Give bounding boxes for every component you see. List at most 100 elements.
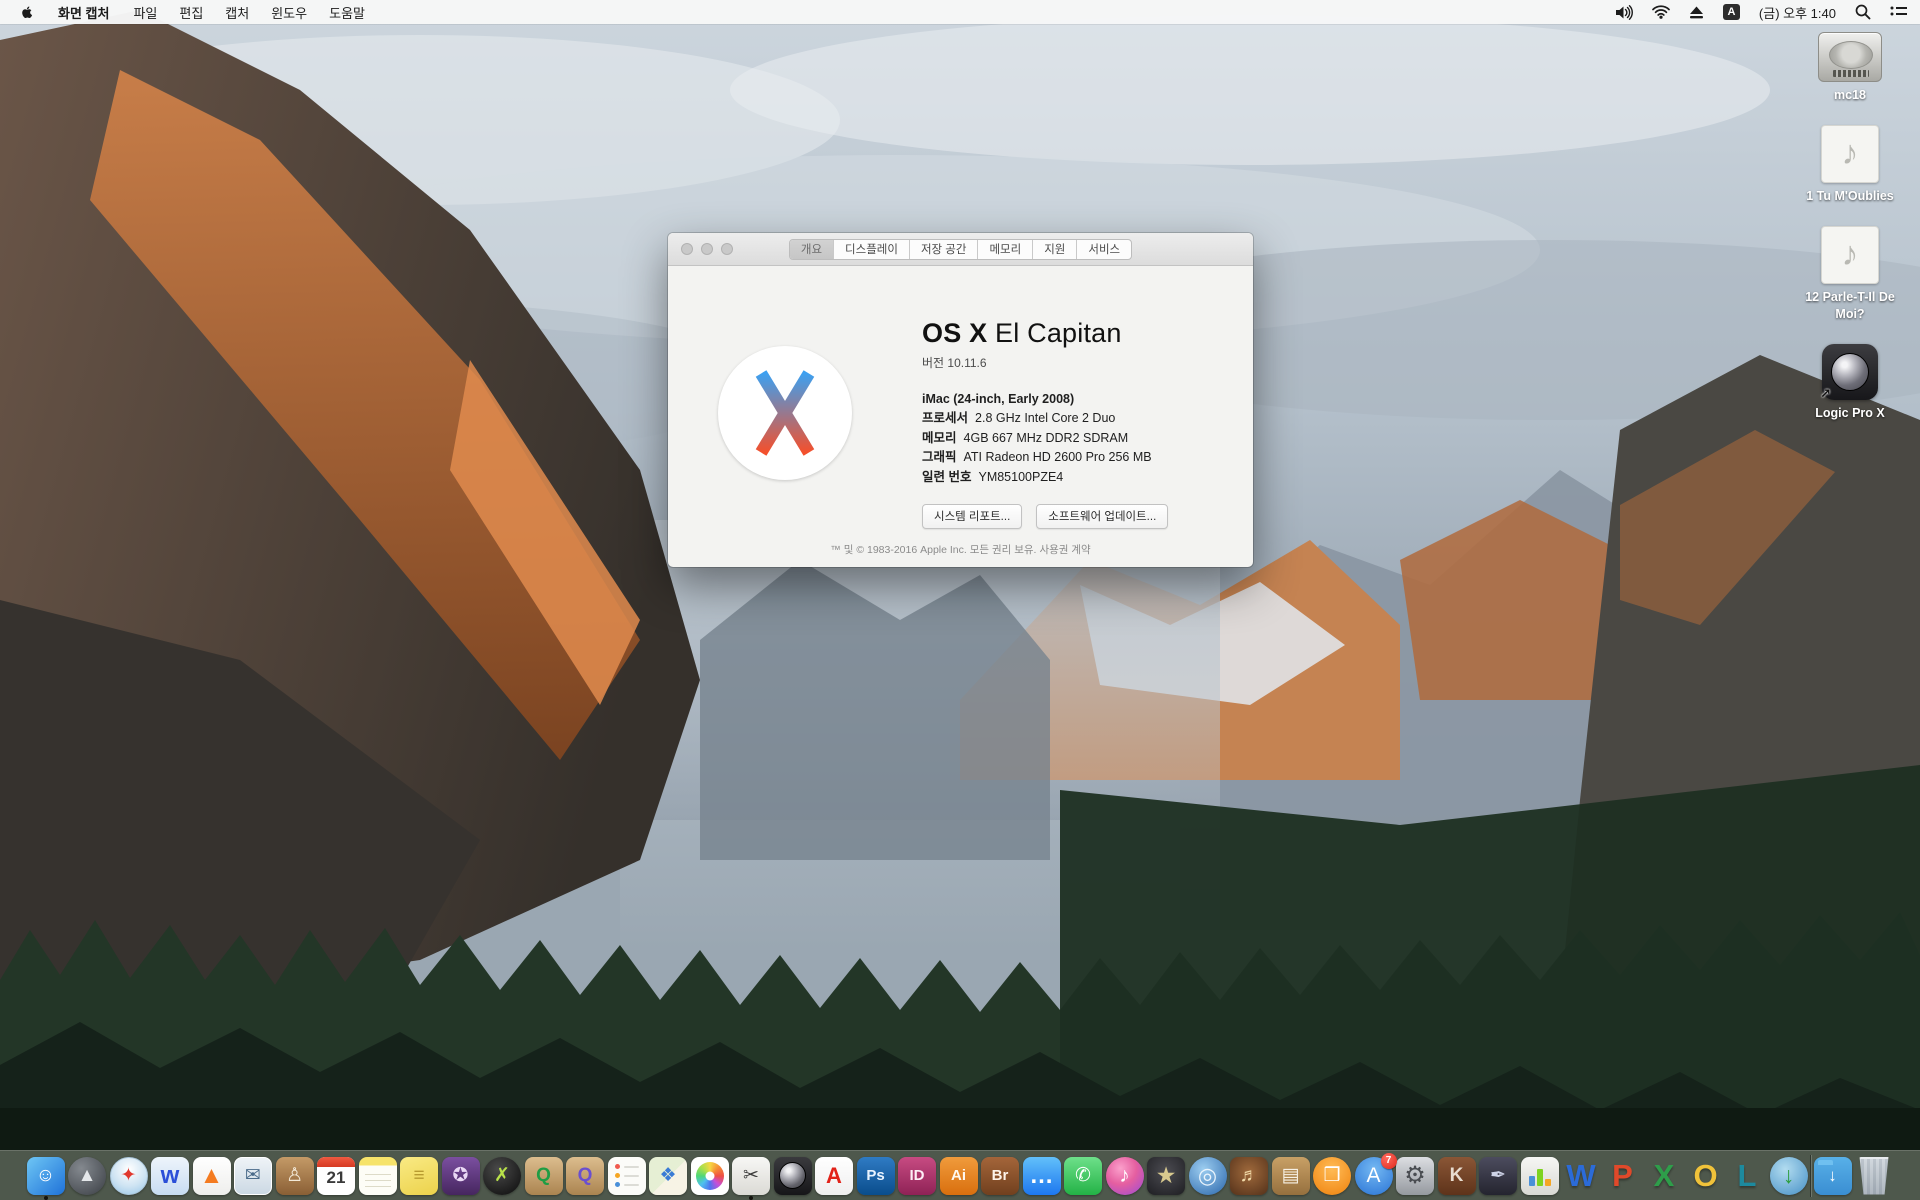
dock-item-sysprefs[interactable]: ⚙: [1395, 1151, 1435, 1200]
dock-item-idvd[interactable]: ◎: [1188, 1151, 1228, 1200]
vlc-icon: ▲: [193, 1157, 231, 1195]
dock-item-calendar[interactable]: 21: [316, 1151, 356, 1200]
apple-menu[interactable]: [20, 4, 35, 21]
dock-item-stickies[interactable]: ≡: [399, 1151, 439, 1200]
tab-1[interactable]: 디스플레이: [834, 240, 910, 259]
dock-item-acrobat[interactable]: A: [814, 1151, 854, 1200]
dock-item-notes[interactable]: [358, 1151, 398, 1200]
menu-bar-clock[interactable]: (금) 오후 1:40: [1759, 3, 1836, 22]
acrobat-icon: A: [815, 1157, 853, 1195]
dock-item-stuffit-purple-q[interactable]: Q: [565, 1151, 605, 1200]
dock-item-numbers[interactable]: [1520, 1151, 1560, 1200]
eject-icon[interactable]: [1689, 6, 1704, 19]
dock-item-xee[interactable]: ✗: [482, 1151, 522, 1200]
dock-item-mail[interactable]: ✉: [233, 1151, 273, 1200]
mac-model: iMac (24-inch, Early 2008): [922, 392, 1242, 406]
tab-5[interactable]: 서비스: [1077, 240, 1131, 259]
close-button[interactable]: [681, 243, 693, 255]
dock-item-ibooks[interactable]: ❒: [1312, 1151, 1352, 1200]
spec-row: 프로세서2.8 GHz Intel Core 2 Duo: [922, 409, 1242, 429]
el-capitan-logo: [718, 346, 852, 480]
spec-row: 일련 번호YM85100PZE4: [922, 468, 1242, 488]
desktop-icon-logic-pro-x[interactable]: ↗Logic Pro X: [1815, 344, 1884, 422]
dock-item-keynote[interactable]: K: [1437, 1151, 1477, 1200]
dock-item-appstore[interactable]: A7: [1354, 1151, 1394, 1200]
dock-item-indesign[interactable]: ID: [897, 1151, 937, 1200]
wifi-icon[interactable]: [1652, 5, 1670, 19]
dock-item-garageband[interactable]: ♬: [1229, 1151, 1269, 1200]
menu-item-5[interactable]: 도움말: [318, 3, 376, 22]
dock-item-logic-pro[interactable]: [773, 1151, 813, 1200]
finder-icon: ☺: [27, 1157, 65, 1195]
logic-pro-icon: [774, 1157, 812, 1195]
tab-4[interactable]: 지원: [1033, 240, 1077, 259]
menu-item-4[interactable]: 윈도우: [260, 3, 318, 22]
dock-item-excel[interactable]: X: [1644, 1151, 1684, 1200]
menu-item-3[interactable]: 캡처: [214, 3, 260, 22]
input-source-badge[interactable]: A: [1723, 4, 1740, 20]
desktop-icon-mc18[interactable]: mc18: [1818, 32, 1882, 104]
dock-item-reminders[interactable]: [607, 1151, 647, 1200]
dock-item-imovie[interactable]: ★: [1146, 1151, 1186, 1200]
reminders-icon: [608, 1157, 646, 1195]
dock-item-maps[interactable]: ❖: [648, 1151, 688, 1200]
desktop-icon-label: 1 Tu M'Oublies: [1806, 188, 1893, 205]
dock-item-stuffit-green-q[interactable]: Q: [524, 1151, 564, 1200]
dock-item-itunes[interactable]: ♪: [1105, 1151, 1145, 1200]
dock-item-downloader[interactable]: ↓: [1769, 1151, 1809, 1200]
dock-item-grab[interactable]: ✂: [731, 1151, 771, 1200]
tab-0[interactable]: 개요: [790, 240, 834, 259]
apple-icon: [20, 4, 34, 20]
dock-item-launchpad[interactable]: ▲: [67, 1151, 107, 1200]
notification-center-icon[interactable]: [1890, 5, 1908, 19]
tab-2[interactable]: 저장 공간: [910, 240, 979, 259]
desktop-icon-label: 12 Parle-T-Il De Moi?: [1790, 289, 1910, 323]
safari-icon: ✦: [110, 1157, 148, 1195]
tab-3[interactable]: 메모리: [978, 240, 1033, 259]
dock-item-bridge[interactable]: Br: [980, 1151, 1020, 1200]
dock-item-wordfast[interactable]: w: [150, 1151, 190, 1200]
stuffit-purple-q-icon: Q: [566, 1157, 604, 1195]
menu-item-1[interactable]: 파일: [122, 3, 168, 22]
dock-item-photobooth[interactable]: ✪: [441, 1151, 481, 1200]
dock-item-outlook[interactable]: O: [1686, 1151, 1726, 1200]
dock-item-lync[interactable]: L: [1727, 1151, 1767, 1200]
desktop-icon-tu-moublies[interactable]: ♪1 Tu M'Oublies: [1806, 125, 1893, 205]
dock-item-vlc[interactable]: ▲: [192, 1151, 232, 1200]
running-indicator: [749, 1196, 753, 1200]
dock-item-photoshop[interactable]: Ps: [856, 1151, 896, 1200]
about-this-mac-window: 개요디스플레이저장 공간메모리지원서비스 OS X El Capitan 버전 …: [668, 233, 1253, 567]
volume-icon[interactable]: [1615, 5, 1633, 20]
dock-item-contacts[interactable]: ♙: [275, 1151, 315, 1200]
dock-item-illustrator[interactable]: Ai: [939, 1151, 979, 1200]
menu-item-2[interactable]: 편집: [168, 3, 214, 22]
dock-item-safari[interactable]: ✦: [109, 1151, 149, 1200]
dock-item-photos[interactable]: [690, 1151, 730, 1200]
dock-item-downloads[interactable]: ↓: [1813, 1151, 1853, 1200]
appstore-badge: 7: [1381, 1153, 1397, 1169]
dock-item-facetime[interactable]: ✆: [1063, 1151, 1103, 1200]
dock-item-word[interactable]: W: [1561, 1151, 1601, 1200]
dock-item-pages[interactable]: ✒: [1478, 1151, 1518, 1200]
wordfast-icon: w: [151, 1157, 189, 1195]
mail-icon: ✉: [234, 1157, 272, 1195]
dock-item-trash[interactable]: [1854, 1151, 1894, 1200]
garageband-icon: ♬: [1230, 1157, 1268, 1195]
dock-item-finder[interactable]: ☺: [26, 1151, 66, 1200]
dock-item-publisher[interactable]: ▤: [1271, 1151, 1311, 1200]
desktop-icon-parle-t-il[interactable]: ♪12 Parle-T-Il De Moi?: [1790, 226, 1910, 323]
system-report-button[interactable]: 시스템 리포트...: [922, 504, 1022, 529]
window-titlebar[interactable]: 개요디스플레이저장 공간메모리지원서비스: [668, 233, 1253, 266]
illustrator-icon: Ai: [940, 1157, 978, 1195]
software-update-button[interactable]: 소프트웨어 업데이트...: [1036, 504, 1168, 529]
license-link[interactable]: 사용권 계약: [1039, 544, 1090, 556]
zoom-button[interactable]: [721, 243, 733, 255]
dock-item-messages[interactable]: …: [1022, 1151, 1062, 1200]
spotlight-icon[interactable]: [1855, 4, 1871, 20]
running-indicator: [44, 1196, 48, 1200]
dock-item-powerpoint[interactable]: P: [1603, 1151, 1643, 1200]
photoshop-icon: Ps: [857, 1157, 895, 1195]
minimize-button[interactable]: [701, 243, 713, 255]
photobooth-icon: ✪: [442, 1157, 480, 1195]
active-app-menu[interactable]: 화면 캡처: [47, 3, 122, 22]
